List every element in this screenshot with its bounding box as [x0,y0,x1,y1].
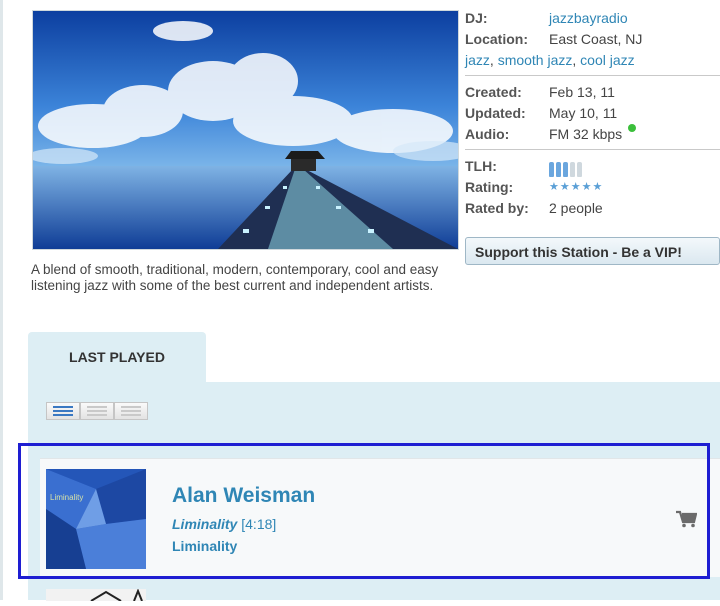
dj-link[interactable]: jazzbayradio [549,8,628,29]
listener-figure-icon [577,162,582,177]
station-info: DJ: jazzbayradio Location: East Coast, N… [465,8,720,219]
station-image [32,10,459,250]
support-vip-button[interactable]: Support this Station - Be a VIP! [465,237,720,265]
genre-link-smooth-jazz[interactable]: smooth jazz [498,50,573,71]
next-track-cover[interactable] [46,588,146,602]
detail-view-icon[interactable] [114,402,148,420]
genre-link-jazz[interactable]: jazz [465,50,490,71]
star-icon: ★ [559,181,570,193]
tab-last-played[interactable]: LAST PLAYED [28,332,206,382]
tlh-label: TLH: [465,158,497,174]
divider [465,75,720,76]
list-view-icon[interactable] [46,402,80,420]
updated-row: Updated: May 10, 11 [465,103,720,124]
location-row: Location: East Coast, NJ [465,29,720,50]
created-label: Created: [465,84,522,100]
station-description: A blend of smooth, traditional, modern, … [31,262,439,293]
rating-row: Rating: ★ ★ ★ ★ ★ [465,177,720,198]
dj-label: DJ: [465,10,488,26]
location-label: Location: [465,31,528,47]
rated-by-row: Rated by: 2 people [465,198,720,219]
genre-link-cool-jazz[interactable]: cool jazz [580,50,634,71]
created-value: Feb 13, 11 [549,84,615,100]
rating-stars: ★ ★ ★ ★ ★ [549,177,602,198]
view-switcher [46,402,148,420]
audio-row: Audio: FM 32 kbps [465,124,720,145]
tlh-meter [549,156,582,177]
listener-figure-icon [570,162,575,177]
highlight-box [18,443,710,579]
star-icon: ★ [549,181,559,193]
listener-figure-icon [549,162,554,177]
listener-figure-icon [563,162,568,177]
online-status-icon [628,124,637,132]
rating-label: Rating: [465,179,514,195]
genre-row: jazz, smooth jazz, cool jazz [465,50,720,71]
updated-label: Updated: [465,105,526,121]
page-edge [0,0,3,600]
rated-by-value: 2 people [549,200,603,216]
location-value: East Coast, NJ [549,31,643,47]
star-icon: ★ [570,181,581,193]
created-row: Created: Feb 13, 11 [465,82,720,103]
compact-view-icon[interactable] [80,402,114,420]
tlh-row: TLH: [465,156,720,177]
divider [465,149,720,150]
dj-row: DJ: jazzbayradio [465,8,720,29]
updated-value: May 10, 11 [549,105,618,121]
rated-by-label: Rated by: [465,200,529,216]
star-icon: ★ [592,181,603,193]
audio-label: Audio: [465,126,510,142]
listener-figure-icon [556,162,561,177]
star-icon: ★ [581,181,592,193]
audio-value: FM 32 kbps [549,126,623,142]
